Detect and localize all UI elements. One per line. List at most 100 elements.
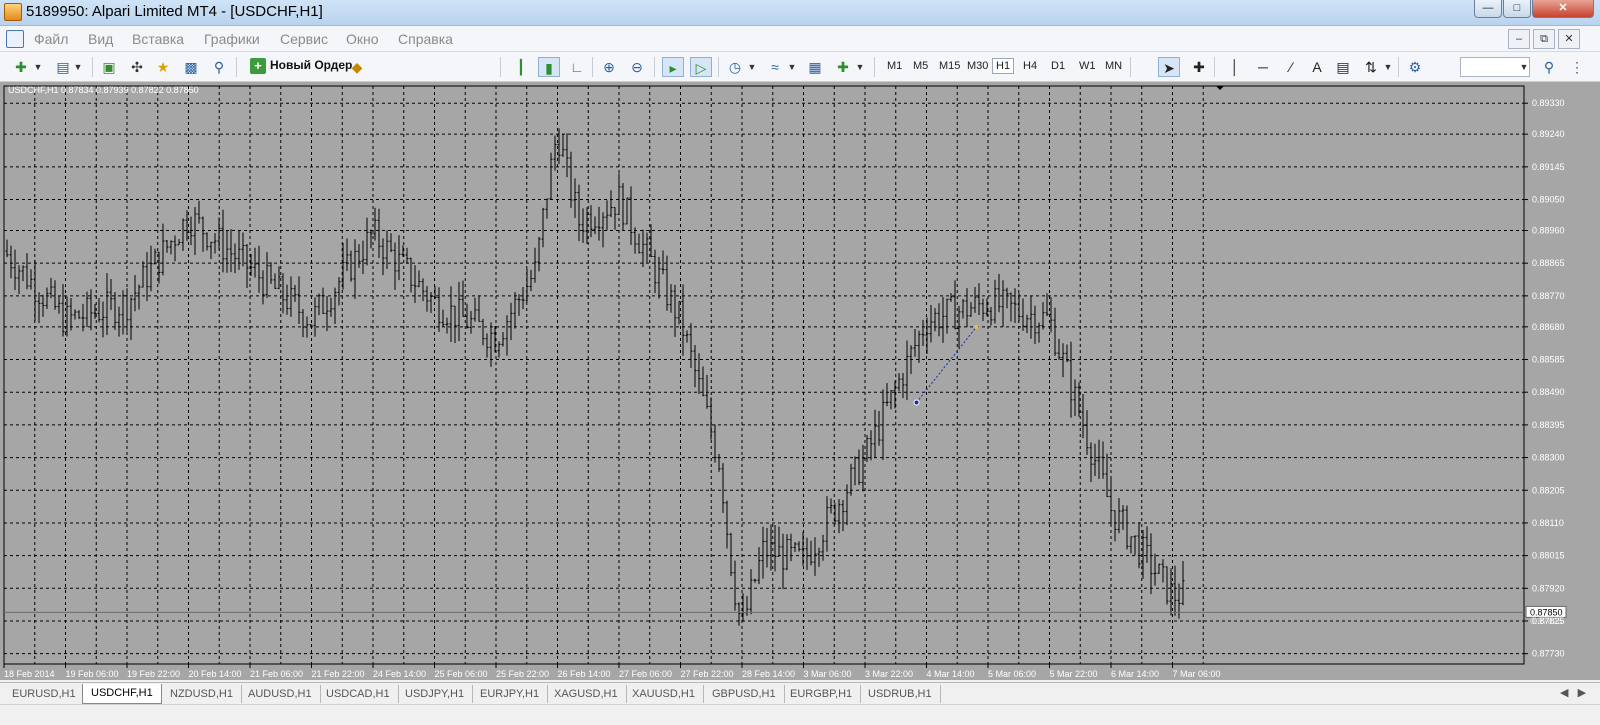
mt4-app-icon — [4, 3, 22, 21]
time-label: 5 Mar 06:00 — [988, 669, 1036, 679]
toolbar-separator — [654, 57, 655, 77]
candlestick-chart-icon[interactable]: ▮ — [538, 57, 560, 77]
menu-bar: Файл Вид Вставка Графики Сервис Окно Спр… — [0, 26, 1600, 52]
objects-icon[interactable]: ✚ — [832, 57, 854, 77]
vertical-line-icon[interactable]: │ — [1224, 57, 1246, 77]
time-label: 21 Feb 06:00 — [250, 669, 303, 679]
price-label: 0.88205 — [1532, 485, 1565, 495]
text-tool-icon[interactable]: A — [1306, 57, 1328, 77]
time-label: 6 Mar 14:00 — [1111, 669, 1159, 679]
auto-scroll-icon[interactable]: ▸ — [662, 57, 684, 77]
time-label: 25 Feb 22:00 — [496, 669, 549, 679]
menu-file[interactable]: Файл — [34, 31, 68, 47]
autotrading-icon[interactable]: ◆ — [346, 57, 368, 77]
price-label: 0.88770 — [1532, 291, 1565, 301]
menu-charts[interactable]: Графики — [204, 31, 260, 47]
chart-shift-marker[interactable] — [1216, 86, 1224, 90]
objects-dropdown-icon[interactable]: ▼ — [854, 57, 866, 77]
search-dropdown-icon[interactable]: ▼ — [1518, 57, 1530, 77]
tab-usdrub-h1[interactable]: USDRUB,H1 — [860, 685, 941, 703]
search-icon[interactable]: ⚲ — [1538, 57, 1560, 77]
market-watch-icon[interactable]: ▣ — [98, 57, 120, 77]
timeframe-h1[interactable]: H1 — [992, 58, 1015, 74]
mdi-minimize-button[interactable]: – — [1508, 29, 1530, 49]
time-label: 24 Feb 14:00 — [373, 669, 426, 679]
new-chart-icon[interactable]: ✚ — [10, 57, 32, 77]
gear-icon[interactable]: ⚙ — [1404, 57, 1426, 77]
chart-window-icon[interactable] — [6, 30, 24, 48]
text-label-icon[interactable]: ▤ — [1332, 57, 1354, 77]
tab-nzdusd-h1[interactable]: NZDUSD,H1 — [162, 685, 242, 703]
line-chart-icon[interactable]: ∟ — [566, 57, 588, 77]
status-bar — [0, 704, 1600, 725]
tab-scroll-arrows[interactable]: ◀ ▶ — [1560, 686, 1586, 699]
tab-usdcad-h1[interactable]: USDCAD,H1 — [318, 685, 399, 703]
price-label: 0.88300 — [1532, 453, 1565, 463]
tab-eurjpy-h1[interactable]: EURJPY,H1 — [472, 685, 549, 703]
menu-view[interactable]: Вид — [88, 31, 113, 47]
tab-eurusd-h1[interactable]: EURUSD,H1 — [4, 685, 85, 703]
arrows-dropdown-icon[interactable]: ▼ — [1382, 57, 1394, 77]
tab-xauusd-h1[interactable]: XAUUSD,H1 — [624, 685, 704, 703]
indicators-dropdown-icon[interactable]: ▼ — [786, 57, 798, 77]
tab-eurgbp-h1[interactable]: EURGBP,H1 — [782, 685, 862, 703]
trendline-anchor-end[interactable] — [974, 324, 979, 329]
close-button[interactable]: ✕ — [1532, 0, 1594, 18]
strategy-tester-icon[interactable]: ⚲ — [208, 57, 230, 77]
tab-gbpusd-h1[interactable]: GBPUSD,H1 — [704, 685, 785, 703]
zoom-in-icon[interactable]: ⊕ — [598, 57, 620, 77]
trendline-anchor-start[interactable] — [913, 399, 920, 406]
crosshair-icon[interactable]: ✚ — [1188, 57, 1210, 77]
period-dropdown-icon[interactable]: ▼ — [746, 57, 758, 77]
toolbar-separator — [92, 57, 93, 77]
favorites-star-icon[interactable]: ★ — [152, 57, 174, 77]
timeframe-m5[interactable]: M5 — [910, 59, 931, 73]
profiles-icon[interactable]: ▤ — [52, 57, 74, 77]
mdi-close-button[interactable]: ✕ — [1558, 29, 1580, 49]
new-chart-dropdown-icon[interactable]: ▼ — [32, 57, 44, 77]
maximize-button[interactable]: □ — [1503, 0, 1531, 18]
chart-shift-icon[interactable]: ▷ — [690, 57, 712, 77]
price-label: 0.89050 — [1532, 195, 1565, 205]
menu-help[interactable]: Справка — [398, 31, 453, 47]
navigator-icon[interactable]: ✣ — [126, 57, 148, 77]
period-clock-icon[interactable]: ◷ — [724, 57, 746, 77]
tab-xagusd-h1[interactable]: XAGUSD,H1 — [546, 685, 627, 703]
trendline[interactable] — [916, 326, 977, 403]
templates-icon[interactable]: ▦ — [804, 57, 826, 77]
horizontal-line-icon[interactable]: ─ — [1252, 57, 1274, 77]
mdi-restore-button[interactable]: ⧉ — [1533, 29, 1555, 49]
price-chart[interactable]: 0.878500.87825 0.893300.892400.891450.89… — [0, 82, 1600, 680]
timeframe-m30[interactable]: M30 — [964, 59, 991, 73]
tab-audusd-h1[interactable]: AUDUSD,H1 — [240, 685, 321, 703]
time-label: 7 Mar 06:00 — [1173, 669, 1221, 679]
timeframe-m1[interactable]: M1 — [884, 59, 905, 73]
chart-area[interactable]: 0.87850 0.87825 0.89330 0.89240 0.89145 0.89… — [0, 82, 1600, 680]
indicators-icon[interactable]: ≈ — [764, 57, 786, 77]
bar-chart-icon[interactable]: ┃ — [510, 57, 532, 77]
arrows-icon[interactable]: ⇅ — [1360, 57, 1382, 77]
timeframe-h4[interactable]: H4 — [1020, 59, 1040, 73]
toolbar-separator — [1214, 57, 1215, 77]
timeframe-mn[interactable]: MN — [1102, 59, 1125, 73]
tab-usdchf-h1[interactable]: USDCHF,H1 — [82, 684, 162, 704]
tab-usdjpy-h1[interactable]: USDJPY,H1 — [397, 685, 474, 703]
menu-tools[interactable]: Сервис — [280, 31, 328, 47]
time-label: 5 Mar 22:00 — [1050, 669, 1098, 679]
new-order-button[interactable]: + Новый Ордер — [250, 58, 352, 78]
timeframe-d1[interactable]: D1 — [1048, 59, 1068, 73]
profiles-dropdown-icon[interactable]: ▼ — [72, 57, 84, 77]
minimize-button[interactable]: — — [1474, 0, 1502, 18]
timeframe-w1[interactable]: W1 — [1076, 59, 1099, 73]
trendline-icon[interactable]: ∕ — [1280, 57, 1302, 77]
menu-window[interactable]: Окно — [346, 31, 379, 47]
timeframe-m15[interactable]: M15 — [936, 59, 963, 73]
toolbar-options-icon[interactable]: ⋮ — [1566, 57, 1588, 77]
menu-insert[interactable]: Вставка — [132, 31, 184, 47]
toolbar-separator — [592, 57, 593, 77]
cursor-icon[interactable]: ➤ — [1158, 57, 1180, 77]
terminal-icon[interactable]: ▩ — [180, 57, 202, 77]
toolbar-separator — [1130, 57, 1131, 77]
time-label: 28 Feb 14:00 — [742, 669, 795, 679]
zoom-out-icon[interactable]: ⊖ — [626, 57, 648, 77]
